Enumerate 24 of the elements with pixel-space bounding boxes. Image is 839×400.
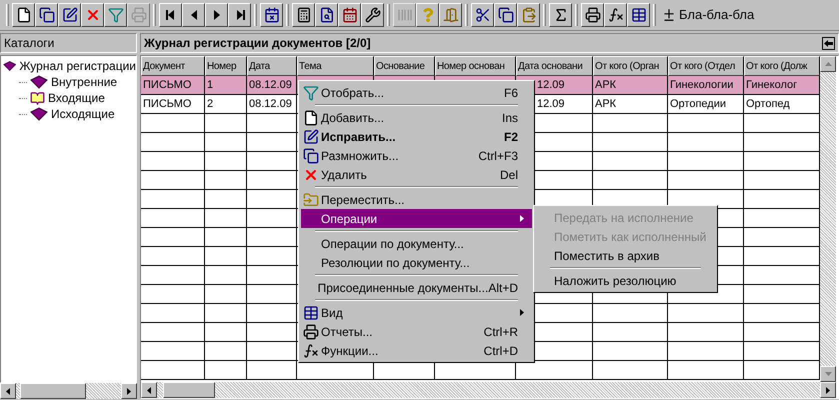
menu-label: Операции: [321, 210, 378, 228]
journal-title: Журнал регистрации документов [2/0]: [144, 35, 371, 52]
menu-label: Исправить...: [321, 128, 396, 146]
menu-label: Операции по документу...: [321, 236, 464, 252]
menu-label: Отчеты...: [321, 324, 372, 340]
menu-label: Вид: [321, 304, 343, 322]
panel-header: Каталоги: [0, 33, 137, 53]
menu-label: Размножить...: [321, 148, 399, 164]
menu-label: Присоединенные документы...: [318, 280, 488, 296]
menu-shortcut: Del: [500, 166, 518, 184]
menu-label: Резолюции по документу...: [321, 254, 470, 272]
table-cell: АРК: [593, 95, 668, 114]
table-cell: Ортопедии: [668, 95, 744, 114]
menu-label: Переместить...: [321, 192, 405, 208]
menu-label: Функции...: [321, 342, 378, 360]
menu-label: Удалить: [321, 166, 367, 184]
menu-shortcut: Alt+D: [488, 280, 518, 296]
menu-shortcut: Ctrl+D: [484, 342, 518, 360]
menu-shortcut: Ctrl+F3: [478, 148, 518, 164]
menu-shortcut: F2: [504, 128, 518, 146]
menu-shortcut: Ctrl+R: [484, 324, 518, 340]
table-cell: ПИСЬМО: [141, 95, 205, 114]
table-cell: 2: [205, 95, 247, 114]
table-cell: 08.12.09: [247, 95, 297, 114]
